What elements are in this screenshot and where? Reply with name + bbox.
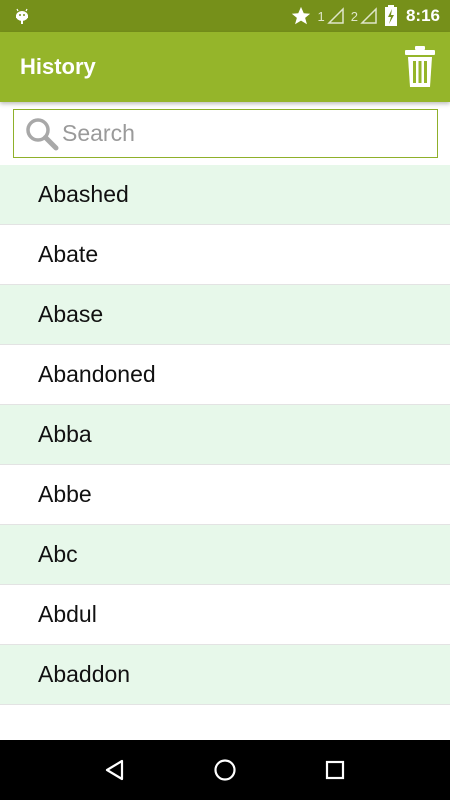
list-item[interactable]: Abase: [0, 285, 450, 345]
list-item[interactable]: Abandoned: [0, 345, 450, 405]
recents-icon: [325, 760, 345, 780]
navigation-bar: [0, 740, 450, 800]
android-debug-icon: [16, 8, 28, 24]
sim2-signal: 2: [351, 7, 378, 25]
battery-charging-icon: [384, 5, 397, 26]
history-list: Abashed Abate Abase Abandoned Abba Abbe …: [0, 165, 450, 705]
back-button[interactable]: [95, 750, 135, 790]
home-button[interactable]: [205, 750, 245, 790]
list-item[interactable]: Abashed: [0, 165, 450, 225]
clock: 8:16: [405, 6, 440, 25]
search-input[interactable]: [62, 120, 402, 147]
list-item[interactable]: Abc: [0, 525, 450, 585]
signal-icon: [326, 7, 344, 24]
list-item[interactable]: Abba: [0, 405, 450, 465]
list-item-label: Abate: [38, 241, 99, 267]
sim1-signal: 1: [318, 7, 345, 25]
search-icon: [26, 117, 59, 150]
search-field[interactable]: [13, 109, 438, 158]
status-bar: 1 2 8:16: [0, 0, 450, 32]
list-item-label: Abc: [38, 541, 78, 567]
back-icon: [105, 759, 124, 781]
trash-icon[interactable]: [404, 45, 436, 89]
recents-button[interactable]: [315, 750, 355, 790]
status-icons: 1 2 8:16: [290, 0, 440, 32]
list-item-label: Abase: [38, 301, 104, 327]
list-item[interactable]: Abaddon: [0, 645, 450, 705]
signal-icon: [360, 7, 377, 24]
list-item-label: Abdul: [38, 601, 97, 627]
list-item-label: Abbe: [38, 481, 92, 507]
sim1-label: 1: [317, 8, 325, 24]
app-bar: History: [0, 32, 450, 102]
list-item[interactable]: Abdul: [0, 585, 450, 645]
list-item-label: Abandoned: [38, 361, 156, 387]
list-item[interactable]: Abbe: [0, 465, 450, 525]
list-item-label: Abba: [38, 421, 92, 447]
list-item-label: Abaddon: [38, 661, 131, 687]
list-item-label: Abashed: [38, 181, 129, 207]
home-icon: [214, 759, 236, 781]
star-icon: [291, 6, 310, 25]
list-item[interactable]: Abate: [0, 225, 450, 285]
sim2-label: 2: [350, 8, 358, 24]
page-title: History: [20, 54, 96, 79]
